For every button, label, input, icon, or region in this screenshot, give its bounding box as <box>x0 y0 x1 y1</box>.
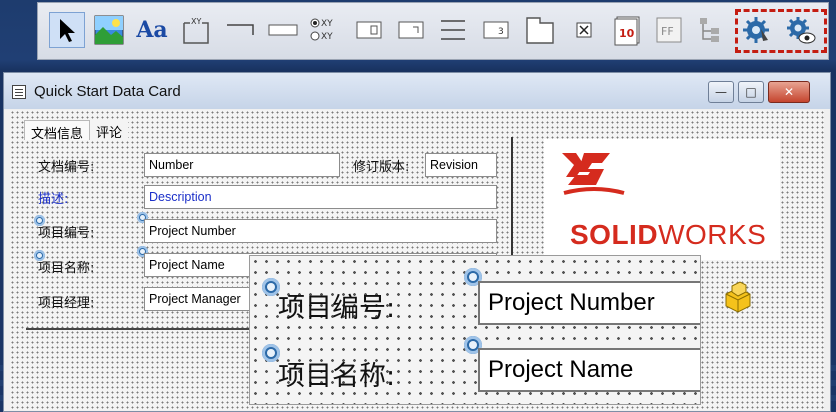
list-box-icon <box>356 21 382 39</box>
label-tool-button[interactable]: Aa <box>134 12 170 48</box>
brand-thin-text: WORKS <box>658 219 767 250</box>
tab-comments[interactable]: 评论 <box>90 120 129 141</box>
zoom-project-number-field[interactable]: Project Number <box>478 281 700 325</box>
tab-tool-button[interactable] <box>522 12 558 48</box>
doc-number-field[interactable]: Number <box>144 153 340 177</box>
separator-tool-button[interactable] <box>435 12 471 48</box>
line-icon <box>227 24 254 35</box>
combo-tool-button[interactable] <box>393 12 429 48</box>
solidworks-wordmark: SOLIDWORKS <box>570 219 766 251</box>
minimize-button[interactable]: — <box>708 81 734 103</box>
part-icon <box>725 281 751 313</box>
zoom-project-name-field[interactable]: Project Name <box>478 348 700 392</box>
frame-tool-button[interactable]: FF <box>651 12 687 48</box>
text-aa-icon: Aa <box>136 17 168 43</box>
ds-logo-icon <box>562 153 625 195</box>
combo-box-icon <box>398 21 424 39</box>
maximize-icon: □ <box>745 85 757 99</box>
doc-number-label: 文档编号: <box>38 160 95 175</box>
close-icon: ✕ <box>783 85 795 99</box>
date-tool-button[interactable]: 10 <box>609 12 645 48</box>
edit-box-tool-button[interactable] <box>265 12 301 48</box>
project-number-field[interactable]: Project Number <box>144 219 497 243</box>
tree-icon <box>700 18 719 42</box>
zoom-project-number-label: 项目编号: <box>278 293 396 324</box>
description-field[interactable]: Description <box>144 185 497 209</box>
horizontal-divider <box>26 328 286 330</box>
svg-text:3: 3 <box>498 27 504 37</box>
project-manager-label: 项目经理: <box>38 296 95 311</box>
window-title: Quick Start Data Card <box>34 83 181 100</box>
revision-label: 修订版本: <box>353 160 410 175</box>
minimize-icon: — <box>715 85 727 99</box>
control-toolbar: Aa XY XY XY 3 10 FF <box>37 2 829 60</box>
tab-control-icon <box>526 17 554 44</box>
arrow-pointer-icon <box>60 19 75 42</box>
checkbox-icon <box>576 22 592 38</box>
picture-icon <box>94 15 124 45</box>
calendar-icon: 10 <box>614 16 640 46</box>
frame-icon: FF <box>656 17 682 43</box>
tab-document-info[interactable]: 文档信息 <box>24 120 91 142</box>
radio-button-icon: XY XY <box>310 18 333 42</box>
form-icon <box>12 85 26 99</box>
close-button[interactable]: ✕ <box>768 81 810 103</box>
checkbox-tool-button[interactable] <box>566 12 602 48</box>
maximize-button[interactable]: □ <box>738 81 764 103</box>
revision-field[interactable]: Revision <box>425 153 497 177</box>
group-box-tool-button[interactable]: XY <box>178 12 214 48</box>
numeric-box-icon: 3 <box>483 21 509 39</box>
numeric-tool-button[interactable]: 3 <box>478 12 514 48</box>
svg-text:XY: XY <box>191 17 201 26</box>
list-tool-button[interactable] <box>351 12 387 48</box>
select-tool-button[interactable] <box>49 12 85 48</box>
zoom-project-name-label: 项目名称: <box>278 361 396 392</box>
zoom-inset: 项目编号: Project Number 项目名称: Project Name <box>249 255 701 405</box>
description-label: 描述: <box>38 192 69 207</box>
tab-strip: 文档信息 评论 <box>24 120 129 142</box>
radio-tool-button[interactable]: XY XY <box>308 12 344 48</box>
window-titlebar[interactable]: Quick Start Data Card — □ ✕ <box>4 73 830 109</box>
svg-text:FF: FF <box>661 25 674 38</box>
solidworks-logo: SOLIDWORKS <box>544 139 780 260</box>
project-name-label: 项目名称: <box>38 261 95 276</box>
tree-tool-button[interactable] <box>694 12 730 48</box>
highlighted-tools-box <box>735 9 827 53</box>
svg-text:10: 10 <box>619 27 635 40</box>
project-number-label: 项目编号: <box>38 226 95 241</box>
separator-icon <box>441 20 465 40</box>
svg-text:XY: XY <box>321 32 333 42</box>
group-box-icon: XY <box>183 17 209 44</box>
line-tool-button[interactable] <box>222 12 258 48</box>
brand-bold-text: SOLID <box>570 219 659 250</box>
image-tool-button[interactable] <box>91 12 127 48</box>
edit-box-icon <box>268 24 298 36</box>
svg-text:XY: XY <box>321 19 333 29</box>
